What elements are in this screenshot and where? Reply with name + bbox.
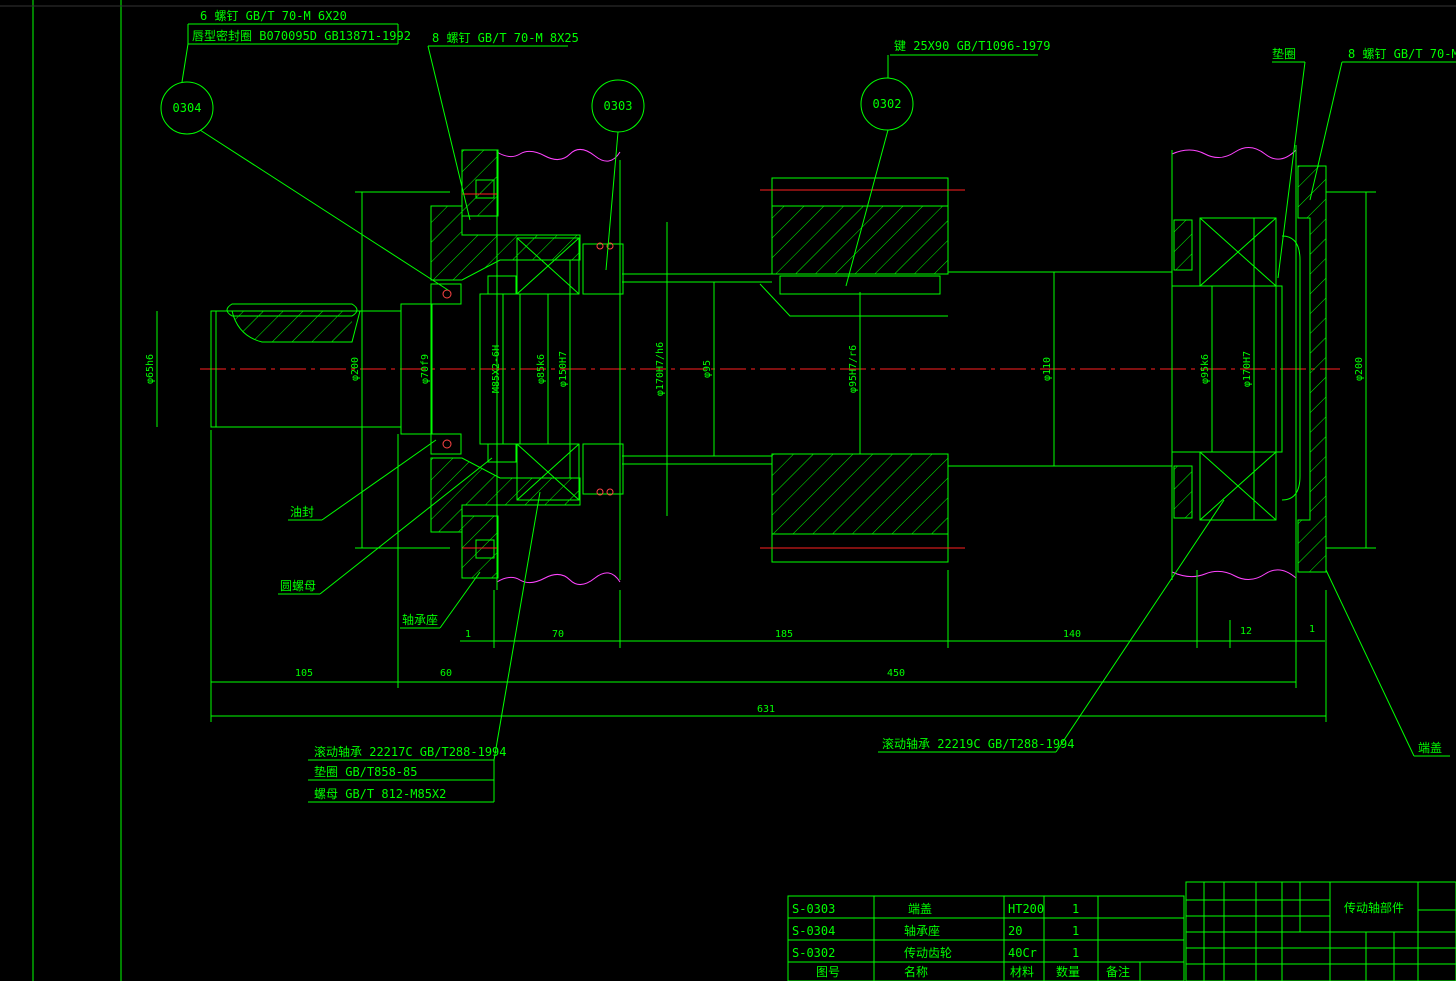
svg-text:0303: 0303 xyxy=(604,99,633,113)
dim-d5: φ85k6 xyxy=(536,354,547,384)
callout-nut-left: 螺母 GB/T 812-M85X2 xyxy=(314,787,446,801)
svg-text:1: 1 xyxy=(1072,902,1079,916)
svg-text:S-0303: S-0303 xyxy=(792,902,835,916)
dim-d1: φ65h6 xyxy=(145,354,156,384)
svg-text:1: 1 xyxy=(1072,946,1079,960)
dim-d3: φ70f9 xyxy=(420,354,431,384)
callout-screw-mid: 8 螺钉 GB/T 70-M 8X25 xyxy=(432,31,579,45)
dim-d2: φ200 xyxy=(350,357,361,381)
svg-text:0302: 0302 xyxy=(873,97,902,111)
svg-text:0304: 0304 xyxy=(173,101,202,115)
callout-screw-right: 8 螺钉 GB/T 70-M 8 xyxy=(1348,47,1456,61)
dim-d11: φ95k6 xyxy=(1200,354,1211,384)
callout-bearing-seat: 轴承座 xyxy=(402,612,438,627)
callout-end-cap: 端盖 xyxy=(1418,741,1442,755)
svg-text:20: 20 xyxy=(1008,924,1022,938)
svg-text:数量: 数量 xyxy=(1056,964,1080,979)
svg-text:端盖: 端盖 xyxy=(908,902,932,916)
svg-text:40Cr: 40Cr xyxy=(1008,946,1037,960)
balloon-0302[interactable]: 0302 xyxy=(860,77,914,131)
svg-text:传动齿轮: 传动齿轮 xyxy=(904,945,952,960)
svg-text:1: 1 xyxy=(1072,924,1079,938)
cad-drawing-canvas[interactable]: 0304 0303 0302 6 螺钉 GB/T 70-M 6X20 唇型密封圈… xyxy=(0,0,1456,981)
dim-d7: φ170H7/h6 xyxy=(655,342,666,396)
balloon-0303[interactable]: 0303 xyxy=(591,79,645,133)
dim-l631: 631 xyxy=(757,704,775,715)
svg-text:备注: 备注 xyxy=(1106,964,1130,979)
callout-oil-seal: 油封 xyxy=(290,505,314,519)
dim-d4: M85X2-6H xyxy=(491,345,502,393)
dim-l1: 1 xyxy=(465,629,471,640)
dim-l70: 70 xyxy=(552,629,564,640)
svg-text:轴承座: 轴承座 xyxy=(904,923,940,938)
dimension-lines xyxy=(156,191,1376,722)
parts-row: S-0302 传动齿轮 40Cr 1 xyxy=(792,945,1079,960)
callout-washer-right: 垫圈 xyxy=(1272,46,1296,61)
transmission-gear[interactable] xyxy=(759,177,965,563)
drawing-title: 传动轴部件 xyxy=(1344,900,1404,915)
dim-d8: φ95 xyxy=(702,360,713,378)
sheet-border xyxy=(0,0,1456,981)
dim-d12: φ170H7 xyxy=(1242,351,1253,387)
title-block[interactable]: 传动轴部件 xyxy=(1185,881,1456,981)
svg-text:材料: 材料 xyxy=(1010,965,1034,979)
dim-d9: φ95H7/r6 xyxy=(848,345,859,393)
callout-bearing-right: 滚动轴承 22219C GB/T288-1994 xyxy=(882,736,1075,751)
svg-text:S-0304: S-0304 xyxy=(792,924,835,938)
dim-l185: 185 xyxy=(775,629,793,640)
callout-washer-left: 垫圈 GB/T858-85 xyxy=(314,764,417,779)
leader-lines xyxy=(181,23,1456,803)
dim-l60: 60 xyxy=(440,668,452,679)
svg-text:名称: 名称 xyxy=(904,964,928,979)
dim-d6: φ150H7 xyxy=(558,351,569,387)
dim-d13: φ200 xyxy=(1354,357,1365,381)
callout-round-nut: 圆螺母 xyxy=(280,579,316,593)
svg-text:图号: 图号 xyxy=(816,965,840,979)
callout-seal: 唇型密封圈 B070095D GB13871-1992 xyxy=(192,28,411,43)
dim-l12: 12 xyxy=(1240,626,1252,637)
dim-l450: 450 xyxy=(887,668,905,679)
dim-l140: 140 xyxy=(1063,629,1081,640)
parts-list-header: 图号 名称 材料 数量 备注 xyxy=(816,964,1130,979)
dim-l105: 105 xyxy=(295,668,313,679)
parts-row: S-0304 轴承座 20 1 xyxy=(792,923,1079,938)
parts-row: S-0303 端盖 HT200 1 xyxy=(792,902,1079,916)
balloon-0304[interactable]: 0304 xyxy=(160,81,214,135)
dim-l1r: 1 xyxy=(1309,624,1315,635)
dim-d10: φ110 xyxy=(1042,357,1053,381)
callout-screw-left: 6 螺钉 GB/T 70-M 6X20 xyxy=(200,9,347,23)
callout-key: 键 25X90 GB/T1096-1979 xyxy=(894,39,1051,53)
bearing-seat-left[interactable] xyxy=(430,149,621,590)
svg-text:HT200: HT200 xyxy=(1008,902,1044,916)
callout-bearing-left: 滚动轴承 22217C GB/T288-1994 xyxy=(314,744,507,759)
svg-text:S-0302: S-0302 xyxy=(792,946,835,960)
